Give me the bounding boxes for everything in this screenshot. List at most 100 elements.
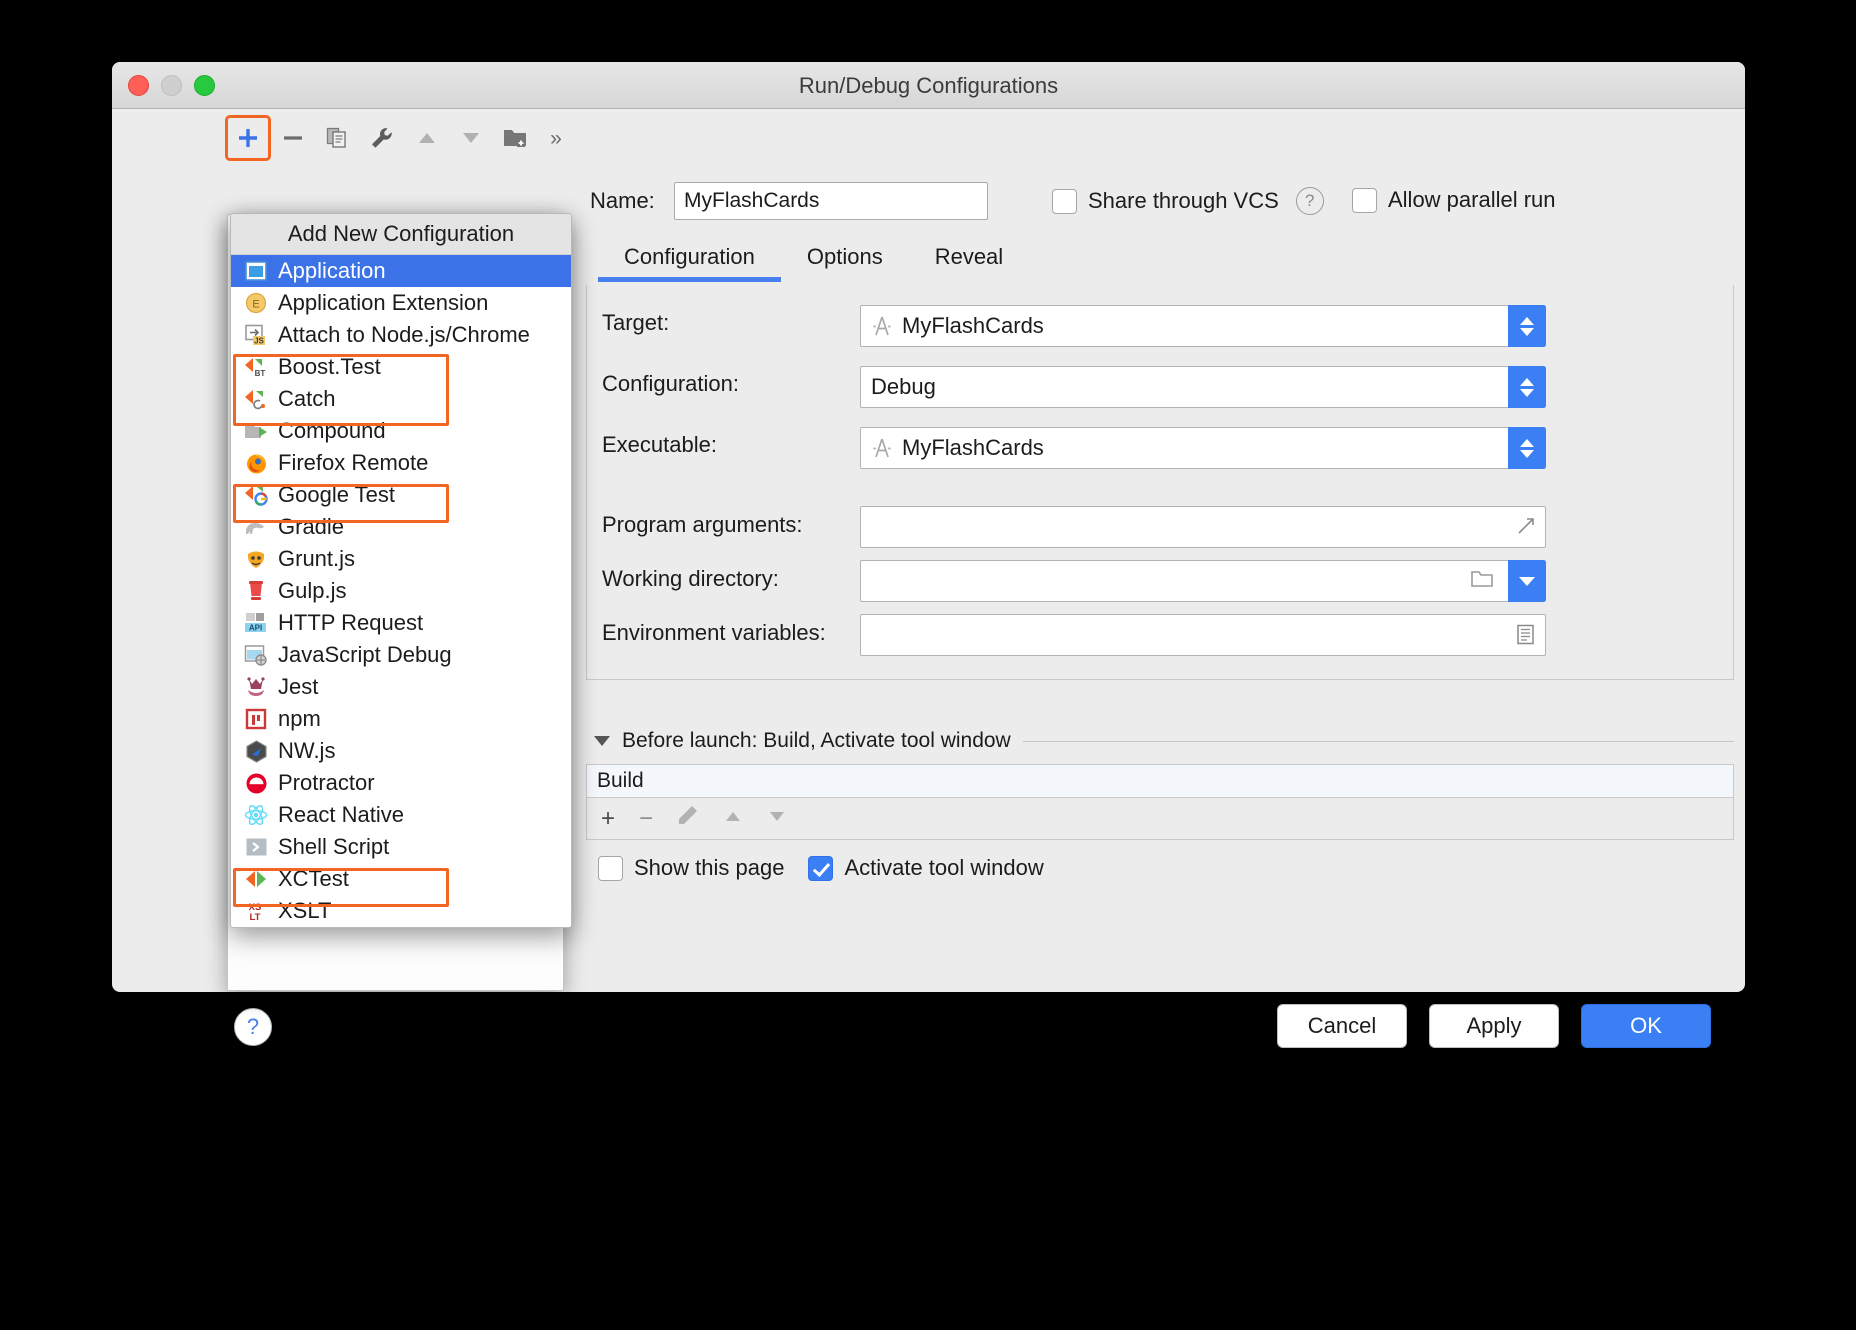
share-through-vcs-checkbox[interactable]: [1052, 188, 1077, 214]
grunt-icon: [243, 547, 269, 571]
protractor-icon: [243, 771, 269, 795]
menu-item-label: Gradle: [278, 514, 345, 539]
footer-buttons: Cancel Apply OK: [1277, 1004, 1711, 1048]
menu-item-catch[interactable]: Catch: [231, 383, 571, 415]
working-directory-input[interactable]: [860, 560, 1546, 602]
menu-item-react-native[interactable]: React Native: [231, 799, 571, 831]
before-launch-header[interactable]: Before launch: Build, Activate tool wind…: [594, 729, 1734, 753]
edit-templates-button[interactable]: [362, 118, 402, 158]
folder-icon[interactable]: [1471, 570, 1493, 594]
screenshot-root: Run/Debug Configurations » Name: MyFlash…: [0, 0, 1856, 1330]
add-configuration-button[interactable]: [225, 115, 271, 161]
svg-text:LT: LT: [250, 912, 261, 922]
target-stepper[interactable]: [1508, 305, 1546, 347]
menu-item-protractor[interactable]: Protractor: [231, 767, 571, 799]
application-icon: [243, 259, 269, 283]
svg-text:BT: BT: [255, 369, 266, 378]
configuration-stepper[interactable]: [1508, 366, 1546, 408]
show-this-page-checkbox[interactable]: [598, 855, 623, 881]
menu-item-xctest[interactable]: XCTest: [231, 863, 571, 895]
environment-editor-icon[interactable]: [1516, 624, 1535, 651]
remove-task-button[interactable]: −: [639, 805, 653, 833]
menu-item-http-request[interactable]: API HTTP Request: [231, 607, 571, 639]
collapse-triangle-icon[interactable]: [594, 736, 610, 746]
menu-item-google-test[interactable]: Google Test: [231, 479, 571, 511]
menu-item-xslt[interactable]: XS LT XSLT: [231, 895, 571, 927]
menu-item-label: HTTP Request: [278, 610, 424, 635]
svg-text:API: API: [249, 624, 262, 633]
menu-item-label: Shell Script: [278, 834, 390, 859]
menu-item-jest[interactable]: Jest: [231, 671, 571, 703]
target-select[interactable]: MyFlashCards: [860, 305, 1546, 347]
before-launch-task-row[interactable]: Build: [586, 764, 1734, 798]
compound-icon: [243, 419, 269, 443]
tab-configuration[interactable]: Configuration: [598, 244, 781, 282]
tab-options[interactable]: Options: [781, 244, 909, 282]
menu-item-label: Boost.Test: [278, 354, 381, 379]
copy-configuration-button[interactable]: [317, 118, 357, 158]
menu-item-firefox-remote[interactable]: Firefox Remote: [231, 447, 571, 479]
configuration-value: Debug: [871, 374, 936, 399]
apply-button[interactable]: Apply: [1429, 1004, 1559, 1048]
menu-item-label: Application: [278, 258, 386, 283]
xslt-icon: XS LT: [243, 899, 269, 923]
program-arguments-input[interactable]: [860, 506, 1546, 548]
activate-tool-window-checkbox[interactable]: [808, 855, 834, 881]
attach-node-icon: JS: [243, 323, 269, 347]
add-new-configuration-menu: Add New Configuration Application E Appl…: [230, 213, 572, 928]
react-native-icon: [243, 803, 269, 827]
more-options-button[interactable]: »: [536, 118, 576, 158]
xcode-target-icon: [871, 314, 893, 338]
menu-item-attach-to-nodejs-chrome[interactable]: JS Attach to Node.js/Chrome: [231, 319, 571, 351]
menu-item-label: NW.js: [278, 738, 336, 763]
move-up-button[interactable]: [407, 118, 447, 158]
help-button[interactable]: ?: [234, 1008, 272, 1046]
cancel-button[interactable]: Cancel: [1277, 1004, 1407, 1048]
add-task-button[interactable]: +: [601, 805, 615, 833]
configuration-select[interactable]: Debug: [860, 366, 1546, 408]
menu-item-label: Grunt.js: [278, 546, 356, 571]
menu-item-label: Attach to Node.js/Chrome: [278, 322, 530, 347]
menu-item-boost-test[interactable]: BT Boost.Test: [231, 351, 571, 383]
target-label: Target:: [602, 310, 670, 335]
before-launch-checkboxes: Show this page Activate tool window: [598, 855, 1044, 881]
menu-item-npm[interactable]: npm: [231, 703, 571, 735]
executable-stepper[interactable]: [1508, 427, 1546, 469]
menu-item-nw-js[interactable]: NW.js: [231, 735, 571, 767]
menu-item-grunt-js[interactable]: Grunt.js: [231, 543, 571, 575]
expand-icon[interactable]: [1517, 517, 1535, 541]
new-folder-button[interactable]: [495, 118, 535, 158]
menu-item-label: Application Extension: [278, 290, 489, 315]
menu-item-shell-script[interactable]: Shell Script: [231, 831, 571, 863]
move-task-down-button[interactable]: [767, 805, 787, 833]
menu-item-javascript-debug[interactable]: JavaScript Debug: [231, 639, 571, 671]
menu-item-label: XCTest: [278, 866, 349, 891]
edit-task-button[interactable]: [677, 804, 699, 833]
menu-item-gulp-js[interactable]: Gulp.js: [231, 575, 571, 607]
menu-item-label: XSLT: [278, 898, 332, 923]
executable-select[interactable]: MyFlashCards: [860, 427, 1546, 469]
remove-configuration-button[interactable]: [273, 118, 313, 158]
name-input[interactable]: MyFlashCards: [674, 182, 988, 220]
share-vcs-help-icon[interactable]: ?: [1295, 187, 1324, 215]
move-down-button[interactable]: [451, 118, 491, 158]
menu-item-gradle[interactable]: Gradle: [231, 511, 571, 543]
menu-item-compound[interactable]: Compound: [231, 415, 571, 447]
working-directory-dropdown[interactable]: [1508, 560, 1546, 602]
program-arguments-label: Program arguments:: [602, 512, 803, 537]
environment-variables-input[interactable]: [860, 614, 1546, 656]
run-debug-configurations-window: Run/Debug Configurations » Name: MyFlash…: [112, 62, 1745, 1048]
task-label: Build: [597, 769, 644, 792]
share-through-vcs-label: Share through VCS: [1088, 188, 1279, 213]
allow-parallel-run-checkbox[interactable]: [1352, 187, 1377, 213]
tab-reveal[interactable]: Reveal: [909, 244, 1029, 282]
nwjs-icon: [243, 739, 269, 763]
move-task-up-button[interactable]: [723, 805, 743, 833]
catch-icon: [243, 387, 269, 411]
menu-item-application[interactable]: Application: [231, 255, 571, 287]
allow-parallel-run-row: Allow parallel run: [1352, 187, 1556, 213]
allow-parallel-run-label: Allow parallel run: [1388, 187, 1556, 212]
settings-tabs: Configuration Options Reveal: [598, 244, 1029, 282]
ok-button[interactable]: OK: [1581, 1004, 1711, 1048]
menu-item-application-extension[interactable]: E Application Extension: [231, 287, 571, 319]
